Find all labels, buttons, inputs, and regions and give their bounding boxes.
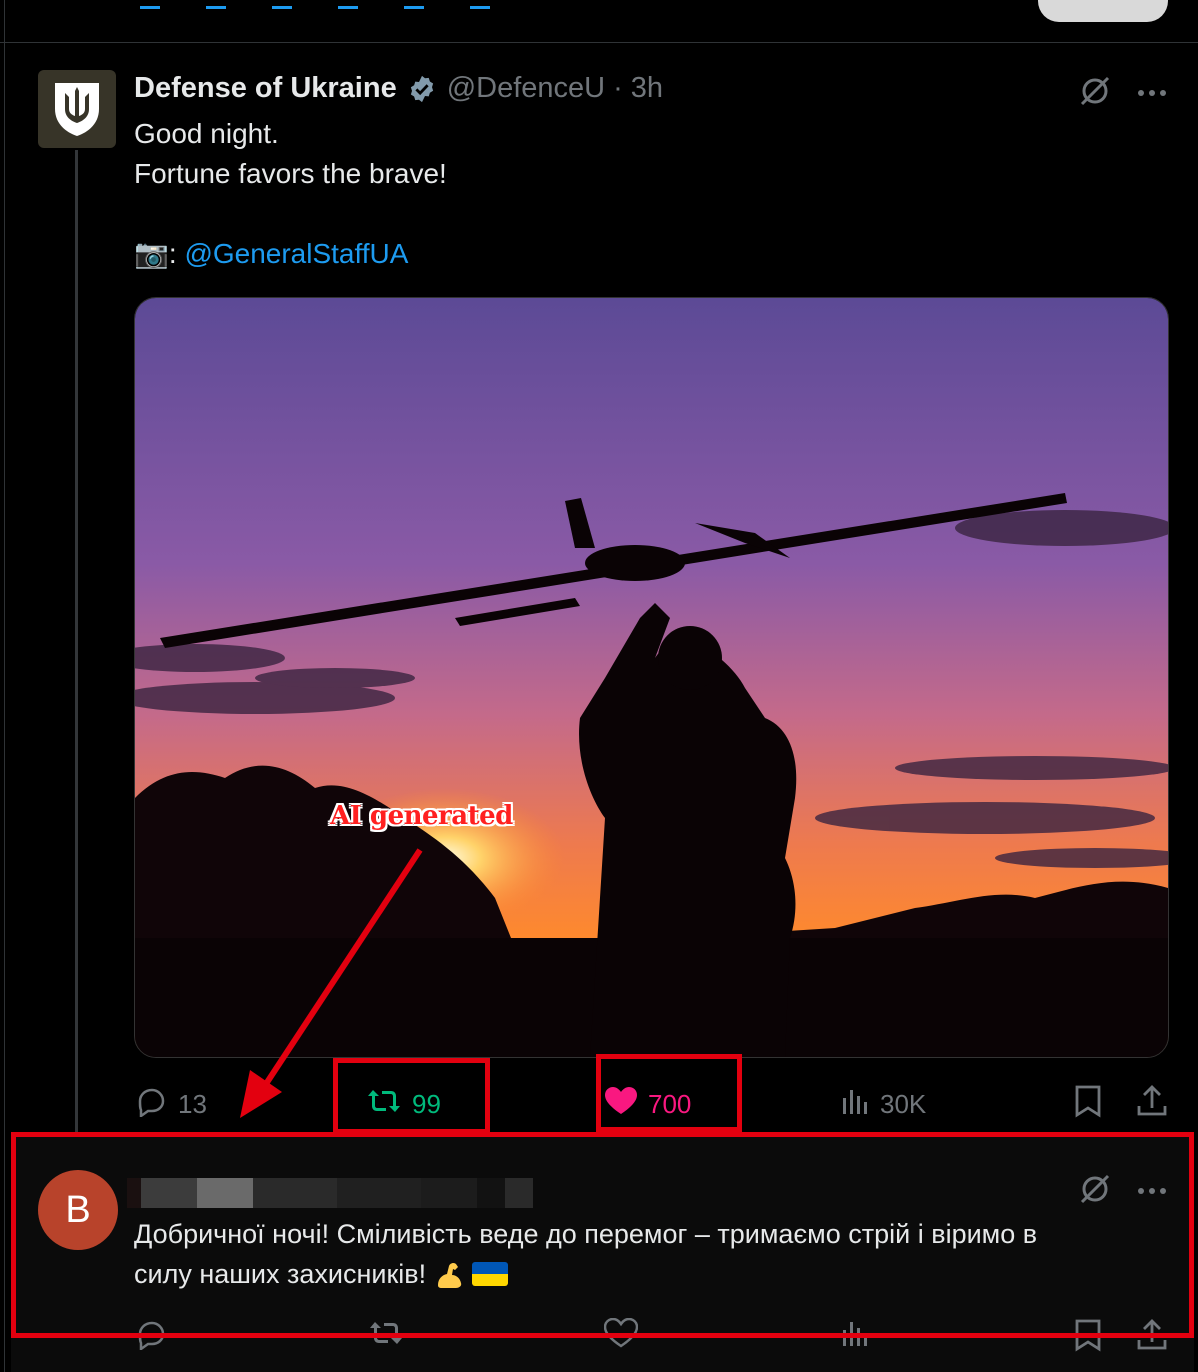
top-button[interactable] — [1038, 0, 1168, 22]
credit-mention-link[interactable]: @GeneralStaffUA — [184, 238, 408, 269]
top-icon — [206, 0, 226, 9]
tweet-text-line: Good night. — [134, 118, 279, 149]
reply-count: 13 — [178, 1088, 207, 1119]
top-icon — [404, 0, 424, 9]
verified-badge-icon[interactable] — [407, 74, 437, 104]
tweet-time[interactable]: 3h — [631, 72, 663, 105]
tweet-text: Good night. Fortune favors the brave! 📷:… — [134, 114, 447, 274]
previous-tweet-icons — [140, 0, 490, 9]
top-icon — [140, 0, 160, 9]
timeline-border — [4, 0, 5, 1372]
separator-dot: · — [613, 72, 623, 104]
bookmark-icon — [1073, 1084, 1103, 1125]
previous-tweet-strip — [0, 0, 1198, 43]
author-avatar[interactable] — [38, 70, 116, 148]
thread-line — [75, 150, 78, 1134]
share-icon — [1136, 1084, 1168, 1125]
credit-colon: : — [168, 238, 177, 269]
reply-button[interactable]: 13 — [134, 1084, 207, 1124]
tweet-text-line: Fortune favors the brave! — [134, 158, 447, 189]
camera-emoji: 📷 — [134, 238, 169, 269]
sunset-drone-photo — [135, 298, 1168, 1057]
like-highlight-box — [596, 1054, 742, 1132]
views-count: 30K — [880, 1088, 927, 1119]
repost-highlight-box — [333, 1058, 490, 1134]
views-button[interactable]: 30K — [840, 1084, 926, 1124]
share-button[interactable] — [1136, 1084, 1168, 1124]
top-icon — [272, 0, 292, 9]
author-handle[interactable]: @DefenceU — [447, 72, 605, 105]
tweet-menu-icons — [1078, 74, 1168, 113]
trident-logo-icon — [55, 83, 99, 136]
top-icon — [470, 0, 490, 9]
author-name[interactable]: Defense of Ukraine — [134, 72, 397, 105]
photo-credit: 📷: @GeneralStaffUA — [134, 234, 447, 274]
views-icon — [840, 1086, 870, 1123]
ai-generated-annotation: AI generated — [330, 801, 513, 831]
more-icon[interactable] — [1136, 85, 1168, 103]
reply-icon — [134, 1085, 168, 1124]
bookmark-button[interactable] — [1073, 1084, 1103, 1124]
tweet-header: Defense of Ukraine @DefenceU · 3h — [134, 72, 663, 105]
grok-icon[interactable] — [1078, 74, 1112, 113]
tweet-photo[interactable] — [134, 297, 1169, 1058]
reply-highlight-box — [11, 1132, 1194, 1338]
top-icon — [338, 0, 358, 9]
